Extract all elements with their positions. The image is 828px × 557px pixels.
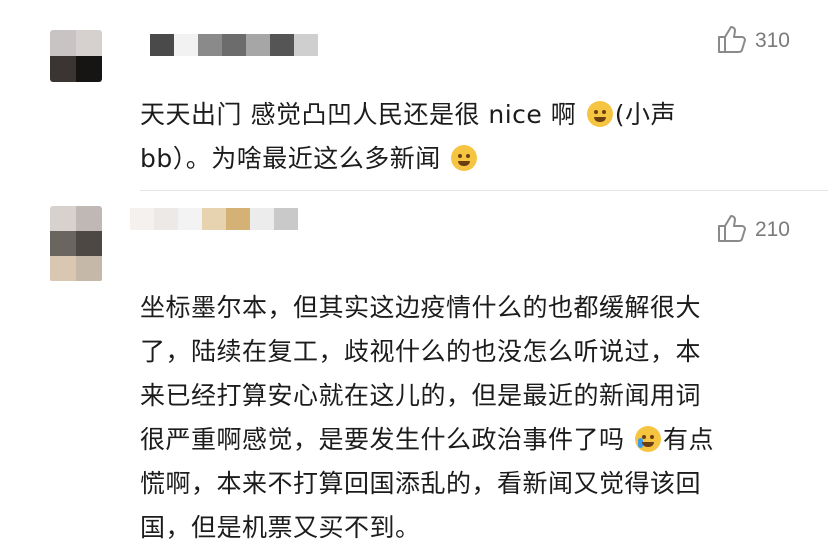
username-pixel [250, 208, 274, 230]
comment-text: 坐标墨尔本，但其实这边疫情什么的也都缓解很大 了，陆续在复工，歧视什么的也没怎么… [140, 293, 714, 542]
avatar-pixel [76, 256, 102, 281]
comment-item: 210 坐标墨尔本，但其实这边疫情什么的也都缓解很大 了，陆续在复工，歧视什么的… [0, 0, 828, 542]
avatar-pixel [76, 206, 102, 231]
avatar-pixel [50, 206, 76, 231]
username-blurred[interactable] [130, 208, 298, 230]
username-pixel [226, 208, 250, 230]
avatar-pixel [50, 231, 76, 256]
username-pixel [202, 208, 226, 230]
like-count: 210 [754, 218, 790, 241]
thumbs-up-icon [715, 213, 747, 247]
avatar-pixel [50, 256, 76, 281]
username-pixel [178, 208, 202, 230]
username-pixel [154, 208, 178, 230]
avatar-pixel [76, 231, 102, 256]
crying-icon [634, 426, 661, 452]
username-pixel [274, 208, 298, 230]
avatar[interactable] [50, 206, 102, 282]
username-pixel [130, 208, 154, 230]
like-button[interactable]: 210 [715, 213, 790, 247]
